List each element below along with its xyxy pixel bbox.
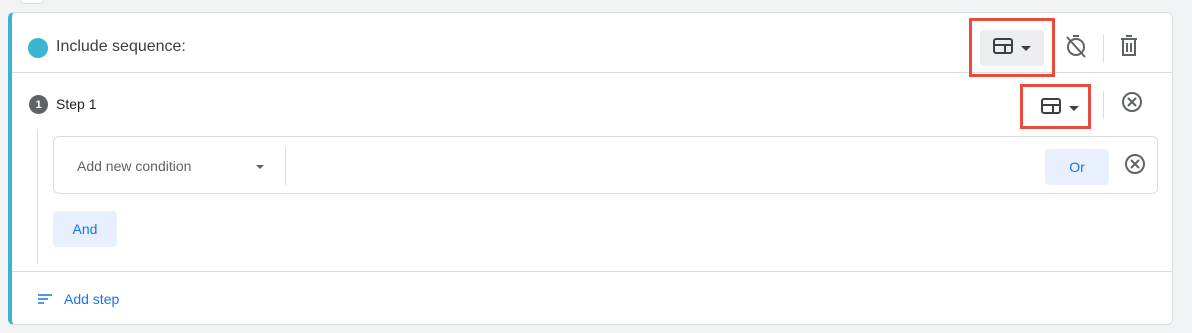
remove-step-button[interactable] — [1118, 90, 1146, 118]
step-label: Step 1 — [56, 96, 97, 112]
sequence-card: Include sequence: 1 Step 1 Add new condi… — [8, 12, 1173, 325]
previous-card-edge — [20, 0, 44, 4]
timer-off-icon — [1065, 34, 1087, 63]
add-condition-dropdown[interactable]: Add new condition — [77, 158, 267, 176]
step-row: 1 Step 1 — [12, 73, 1172, 133]
or-button[interactable]: Or — [1045, 149, 1109, 185]
step-divider — [1103, 91, 1104, 119]
add-step-button[interactable]: Add step — [38, 289, 119, 309]
remove-condition-button[interactable] — [1121, 152, 1149, 180]
condition-box: Add new condition Or — [53, 136, 1158, 194]
timer-off-button[interactable] — [1062, 34, 1090, 62]
sequence-title: Include sequence: — [56, 38, 186, 55]
chevron-down-icon — [256, 165, 264, 169]
sort-lines-icon — [38, 291, 52, 307]
add-step-label: Add step — [64, 291, 120, 307]
sequence-header: Include sequence: — [12, 13, 1172, 77]
condition-divider — [285, 147, 286, 185]
step-number-badge: 1 — [29, 95, 48, 114]
footer-divider — [12, 271, 1172, 272]
close-circle-icon — [1121, 91, 1143, 118]
and-button[interactable]: And — [53, 211, 117, 247]
close-circle-icon — [1124, 153, 1146, 180]
highlight-box — [1020, 84, 1091, 129]
trash-icon — [1120, 34, 1138, 62]
delete-sequence-button[interactable] — [1115, 34, 1143, 62]
header-divider — [1103, 35, 1104, 63]
sequence-color-dot — [28, 38, 48, 58]
highlight-box — [969, 18, 1055, 77]
step-connector-line — [37, 129, 38, 264]
